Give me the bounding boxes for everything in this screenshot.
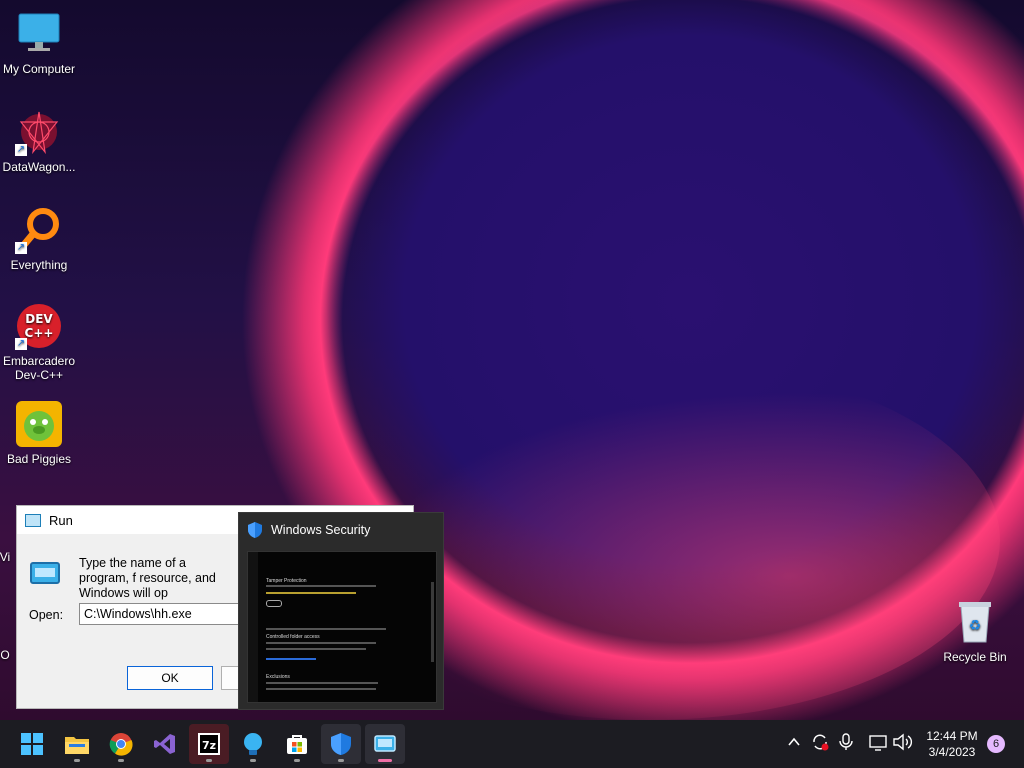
preview-title: Windows Security [271, 523, 371, 537]
chevron-up-icon[interactable] [786, 734, 802, 753]
thumb-scrollbar [431, 582, 434, 662]
everything-search-icon: ↗ [15, 206, 63, 254]
taskbar-windows-security[interactable] [321, 724, 361, 764]
desktop-icon-label: Recycle Bin [943, 650, 1007, 664]
running-indicator [338, 759, 344, 762]
taskbar-7zip[interactable]: 7z [189, 724, 229, 764]
tips-icon [244, 733, 262, 755]
cancel-button[interactable] [221, 666, 238, 690]
microphone-icon[interactable] [838, 732, 854, 757]
visual-studio-icon [154, 734, 175, 754]
taskbar-tips[interactable] [233, 724, 273, 764]
desktop-icon-datawagon[interactable]: ↗ DataWagon... [0, 108, 78, 174]
desktop-icon-label: My Computer [2, 62, 76, 76]
thumb-section-cfa: Controlled folder access [266, 634, 320, 640]
run-app-icon [25, 513, 41, 527]
start-button[interactable] [12, 724, 52, 764]
windows-security-preview[interactable]: Windows Security Tamper Protection Contr… [238, 512, 444, 710]
windows-security-icon [331, 733, 351, 755]
open-input[interactable] [79, 603, 239, 625]
taskbar-microsoft-store[interactable] [277, 724, 317, 764]
run-dialog-title: Run [49, 512, 73, 528]
thumb-text-line [266, 688, 376, 690]
running-indicator [118, 759, 124, 762]
clock[interactable]: 12:44 PM 3/4/2023 [920, 728, 984, 760]
shortcut-arrow-icon: ↗ [15, 338, 27, 350]
preview-thumbnail[interactable]: Tamper Protection Controlled folder acce… [247, 551, 437, 703]
datawagon-icon: ↗ [15, 108, 63, 156]
run-icon [374, 735, 396, 752]
svg-text:DEV: DEV [25, 312, 53, 326]
thumb-text-line [266, 585, 376, 587]
running-indicator-active [378, 759, 392, 762]
thumb-text-line [266, 628, 386, 630]
notification-badge[interactable]: 6 [987, 735, 1005, 753]
desktop-icon-my-computer[interactable]: My Computer [0, 10, 78, 76]
svg-text:♻: ♻ [969, 618, 982, 634]
clock-date: 3/4/2023 [928, 745, 976, 759]
7zip-icon: 7z [198, 733, 220, 755]
thumb-text-line [266, 648, 366, 650]
volume-icon[interactable] [892, 732, 914, 757]
desktop-icon-everything[interactable]: ↗ Everything [0, 206, 78, 272]
thumb-text-line [266, 682, 378, 684]
thumb-warning-line [266, 592, 356, 594]
shortcut-arrow-icon: ↗ [15, 242, 27, 254]
thumb-section-tamper: Tamper Protection [266, 578, 307, 584]
microsoft-store-icon [287, 735, 307, 754]
taskbar-visual-studio[interactable] [145, 724, 185, 764]
desktop-icon-label: DataWagon... [2, 160, 76, 174]
thumb-text-line [266, 642, 376, 644]
desktop-icon-label: Embarcadero Dev-C++ [2, 354, 76, 382]
thumb-section-exclusions: Exclusions [266, 674, 290, 680]
monitor-icon [15, 10, 63, 58]
running-indicator [74, 759, 80, 762]
network-icon[interactable] [868, 732, 888, 757]
desktop-icon-label: Bad Piggies [6, 452, 72, 466]
desktop-icon-recycle-bin[interactable]: ♻ Recycle Bin [936, 598, 1014, 664]
running-indicator [294, 759, 300, 762]
open-label: Open: [29, 608, 64, 622]
run-description: Type the name of a program, f resource, … [79, 556, 216, 600]
svg-text:C++: C++ [25, 326, 54, 340]
file-explorer-icon [65, 737, 89, 754]
run-program-icon [29, 560, 61, 591]
ok-button[interactable]: OK [127, 666, 213, 690]
preview-header: Windows Security [239, 513, 443, 547]
thumb-link-line [266, 658, 316, 660]
shortcut-arrow-icon: ↗ [15, 144, 27, 156]
thumb-nav-rail [248, 552, 258, 702]
sync-icon[interactable] [810, 732, 830, 757]
chrome-icon [109, 733, 133, 756]
clock-time: 12:44 PM [926, 729, 978, 743]
desktop-icon-bad-piggies[interactable]: Bad Piggies [0, 400, 78, 466]
svg-text:7z: 7z [202, 739, 216, 752]
bad-piggies-icon [15, 400, 63, 448]
taskbar-file-explorer[interactable] [57, 724, 97, 764]
taskbar-run[interactable] [365, 724, 405, 764]
taskbar-chrome[interactable] [101, 724, 141, 764]
desktop-icon-label: Everything [10, 258, 68, 272]
desktop-icon-devcpp[interactable]: DEV C++ ↗ Embarcadero Dev-C++ [0, 302, 78, 382]
start-icon [21, 733, 43, 755]
shield-icon [248, 522, 262, 538]
recycle-bin-icon: ♻ [951, 598, 999, 646]
running-indicator [206, 759, 212, 762]
taskbar: 7z 12:44 PM 3/4/2023 6 [0, 720, 1024, 768]
thumb-toggle [266, 600, 282, 607]
running-indicator [250, 759, 256, 762]
devcpp-icon: DEV C++ ↗ [15, 302, 63, 350]
